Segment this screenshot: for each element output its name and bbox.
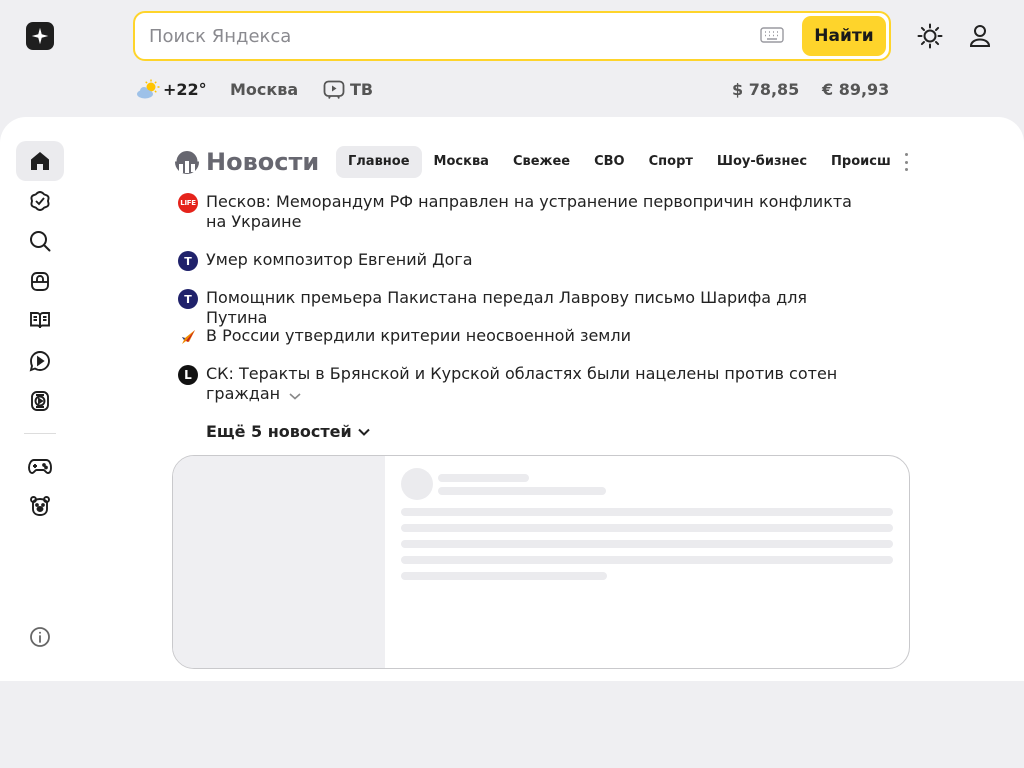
source-tass-label: Т — [184, 292, 192, 306]
tv-label: ТВ — [350, 79, 374, 99]
profile-button[interactable] — [966, 22, 994, 50]
tv-link[interactable]: ТВ — [323, 78, 373, 100]
info-icon — [30, 627, 50, 647]
sidebar-item-search[interactable] — [16, 221, 64, 261]
skeleton-line — [401, 572, 607, 580]
news-item[interactable]: Т Помощник премьера Пакистана передал Ла… — [178, 288, 878, 327]
sun-cloud-icon — [137, 79, 160, 99]
skeleton-line — [401, 540, 893, 548]
news-item-text: В России утвердили критерии неосвоенной … — [206, 326, 631, 345]
tab-fresh[interactable]: Свежее — [501, 146, 582, 178]
news-item-text: Песков: Меморандум РФ направлен на устра… — [206, 192, 852, 231]
skeleton-line — [401, 556, 893, 564]
source-life-icon: LIFE — [178, 193, 198, 213]
tv-play-icon — [31, 391, 49, 411]
eur-rate-text: € 89,93 — [822, 79, 890, 99]
tab-sport[interactable]: Спорт — [637, 146, 705, 178]
tabs-more-button[interactable] — [898, 153, 914, 171]
check-badge-icon — [30, 191, 50, 211]
tab-svo[interactable]: СВО — [582, 146, 637, 178]
city-label: Москва — [230, 79, 299, 99]
eur-rate[interactable]: € 89,93 — [822, 78, 889, 100]
skeleton-line — [438, 474, 529, 482]
bear-icon — [30, 496, 50, 516]
book-icon — [30, 312, 50, 329]
sidebar-item-about[interactable] — [16, 617, 64, 657]
weather-widget[interactable]: +22° — [136, 78, 207, 100]
skeleton-avatar — [401, 468, 433, 500]
skeleton-line — [438, 487, 606, 495]
sidebar-item-books[interactable] — [16, 300, 64, 340]
skeleton-line — [401, 524, 893, 532]
news-item-text: СК: Теракты в Брянской и Курской областя… — [206, 364, 838, 403]
chevron-down-icon — [289, 393, 301, 400]
video-play-icon — [29, 351, 50, 372]
user-icon — [969, 25, 991, 47]
more-dot-icon — [904, 160, 908, 164]
more-news-label: Ещё 5 новостей — [206, 422, 352, 441]
tab-incidents[interactable]: Происшествия — [819, 146, 890, 178]
tab-moscow[interactable]: Москва — [422, 146, 501, 178]
source-tass-icon: Т — [178, 289, 198, 309]
yandex-star-icon — [31, 27, 49, 45]
chevron-down-icon — [358, 428, 370, 436]
news-title-text: Новости — [206, 148, 320, 176]
source-l-label: L — [184, 368, 192, 382]
news-item[interactable]: LIFE Песков: Меморандум РФ направлен на … — [178, 192, 878, 232]
more-dot-icon — [904, 153, 908, 156]
sidebar-item-tv[interactable] — [16, 381, 64, 421]
skeleton-line — [401, 508, 893, 516]
tab-showbiz[interactable]: Шоу-бизнес — [705, 146, 819, 178]
news-tabs: Главное Москва Свежее СВО Спорт Шоу-бизн… — [336, 146, 890, 178]
news-item[interactable]: L СК: Теракты в Брянской и Курской облас… — [178, 364, 878, 404]
search-input[interactable] — [149, 13, 739, 59]
source-bird-icon — [178, 327, 198, 347]
sidebar-item-market[interactable] — [16, 261, 64, 301]
sidebar-item-games[interactable] — [16, 446, 64, 486]
media-card-placeholder[interactable] — [172, 455, 910, 669]
news-item-text: Помощник премьера Пакистана передал Лавр… — [206, 288, 808, 327]
gamepad-icon — [28, 459, 52, 474]
theme-sun-icon — [917, 23, 943, 49]
weather-temp: +22° — [163, 79, 207, 99]
yandex-logo[interactable] — [26, 22, 54, 50]
keyboard-icon[interactable] — [760, 25, 784, 49]
news-title[interactable]: Новости — [174, 146, 319, 178]
more-news-button[interactable]: Ещё 5 новостей — [206, 422, 371, 441]
city-link[interactable]: Москва — [230, 78, 298, 100]
expand-item-button[interactable] — [288, 388, 302, 407]
source-tass-icon: Т — [178, 251, 198, 271]
sidebar-divider — [24, 433, 56, 434]
media-image-placeholder — [173, 456, 385, 668]
search-box: Найти — [133, 11, 891, 61]
home-icon — [31, 152, 49, 170]
news-item[interactable]: В России утвердили критерии неосвоенной … — [178, 326, 878, 347]
sidebar-item-home[interactable] — [16, 141, 64, 181]
usd-rate[interactable]: $ 78,85 — [732, 78, 799, 100]
usd-rate-text: $ 78,85 — [732, 79, 800, 99]
tv-icon — [323, 80, 345, 99]
news-item[interactable]: Т Умер композитор Евгений Дога — [178, 250, 878, 271]
sidebar-item-services[interactable] — [16, 181, 64, 221]
search-icon — [30, 231, 51, 252]
market-bag-icon — [31, 272, 49, 291]
source-l-icon: L — [178, 365, 198, 385]
sidebar-item-video[interactable] — [16, 341, 64, 381]
sidebar-item-kids[interactable] — [16, 486, 64, 526]
news-item-text: Умер композитор Евгений Дога — [206, 250, 473, 269]
source-life-label: LIFE — [180, 199, 196, 207]
news-logo-icon — [174, 149, 200, 174]
more-dot-icon — [904, 168, 908, 171]
theme-toggle-button[interactable] — [916, 22, 944, 50]
tab-main[interactable]: Главное — [336, 146, 422, 178]
source-tass-label: Т — [184, 254, 192, 268]
search-button[interactable]: Найти — [802, 16, 886, 56]
